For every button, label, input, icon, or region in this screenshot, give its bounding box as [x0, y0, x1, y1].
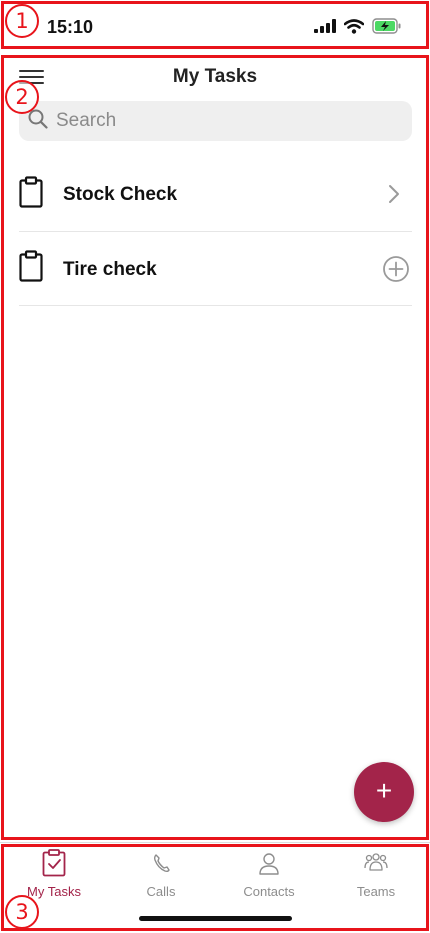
- annotation-label: 2: [5, 80, 39, 114]
- annotation-label: 3: [5, 895, 39, 929]
- annotation-box-tabbar: [1, 844, 429, 931]
- annotation-box-status: [1, 1, 429, 49]
- annotation-box-content: [1, 55, 429, 840]
- annotation-label: 1: [5, 4, 39, 38]
